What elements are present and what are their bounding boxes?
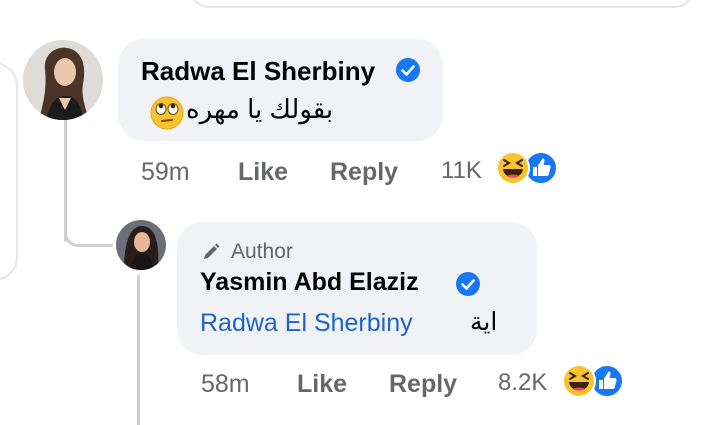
reply-thread-line bbox=[137, 275, 140, 425]
haha-icon bbox=[562, 364, 596, 398]
like-button[interactable]: Like bbox=[297, 370, 347, 399]
comment-text: بقولك يا مهره bbox=[186, 94, 334, 124]
verified-badge-icon bbox=[396, 58, 420, 87]
reply-text: اية bbox=[470, 308, 498, 336]
thread-container-edge bbox=[0, 62, 18, 281]
verified-badge-icon bbox=[456, 272, 480, 301]
reaction-count[interactable]: 11K bbox=[441, 157, 482, 185]
comment-timestamp[interactable]: 59m bbox=[141, 158, 190, 187]
reply-author-name[interactable]: Yasmin Abd Elaziz bbox=[200, 268, 419, 297]
avatar[interactable] bbox=[116, 220, 166, 270]
reply-timestamp[interactable]: 58m bbox=[201, 370, 250, 399]
reply-button[interactable]: Reply bbox=[389, 370, 457, 399]
reaction-count[interactable]: 8.2K bbox=[498, 369, 547, 397]
mentioned-user-link[interactable]: Radwa El Sherbiny bbox=[200, 309, 413, 338]
previous-comment-bubble bbox=[190, 0, 694, 8]
thread-connector bbox=[64, 200, 113, 247]
avatar[interactable] bbox=[23, 40, 103, 120]
face-with-rolling-eyes-icon bbox=[150, 96, 184, 135]
reactions-summary[interactable] bbox=[561, 363, 631, 404]
haha-icon bbox=[496, 151, 530, 185]
pencil-icon bbox=[201, 242, 221, 267]
author-badge: Author bbox=[231, 240, 293, 263]
reactions-summary[interactable] bbox=[495, 150, 565, 191]
reply-button[interactable]: Reply bbox=[330, 158, 398, 187]
like-button[interactable]: Like bbox=[238, 158, 288, 187]
comment-author-name[interactable]: Radwa El Sherbiny bbox=[141, 56, 375, 87]
